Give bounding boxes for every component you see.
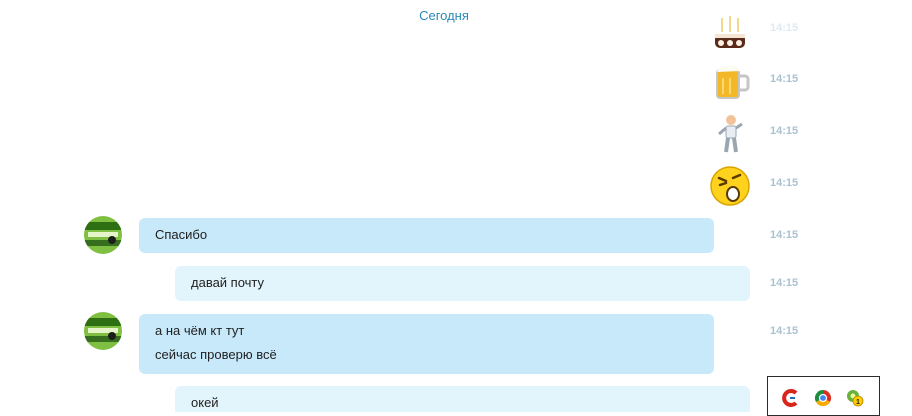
timestamp: 14:15 xyxy=(770,73,799,85)
timestamp: 14:15 xyxy=(770,125,799,137)
message-text: окей xyxy=(191,395,219,410)
icq-flower-icon[interactable]: 1 xyxy=(846,389,864,407)
timestamp: 14:15 xyxy=(770,277,799,289)
timestamp: 14:15 xyxy=(770,22,799,34)
notification-badge-count: 1 xyxy=(856,399,860,406)
avatar[interactable] xyxy=(84,312,122,350)
date-divider: Сегодня xyxy=(419,8,469,23)
timestamp: 14:15 xyxy=(770,177,799,189)
beer-mug-icon xyxy=(709,60,751,102)
dancing-man-icon xyxy=(709,112,751,154)
message-text: а на чём кт тут xyxy=(155,323,245,338)
timestamp: 14:15 xyxy=(770,229,799,241)
message-bubble[interactable]: давай почту xyxy=(175,266,750,301)
sad-smiley-icon xyxy=(709,165,751,207)
message-bubble[interactable]: а на чём кт тут сейчас проверю всё xyxy=(139,314,714,374)
message-bubble[interactable]: окей xyxy=(175,386,750,412)
message-bubble[interactable]: Спасибо xyxy=(139,218,714,253)
birthday-cake-icon xyxy=(709,12,751,54)
ccleaner-icon[interactable] xyxy=(782,389,800,407)
message-text: давай почту xyxy=(191,275,265,290)
timestamp: 14:15 xyxy=(770,325,799,337)
chrome-icon[interactable] xyxy=(814,389,832,407)
system-tray-popup: 1 xyxy=(767,376,880,416)
message-text: сейчас проверю всё xyxy=(155,347,277,362)
message-text: Спасибо xyxy=(155,227,208,242)
avatar[interactable] xyxy=(84,216,122,254)
